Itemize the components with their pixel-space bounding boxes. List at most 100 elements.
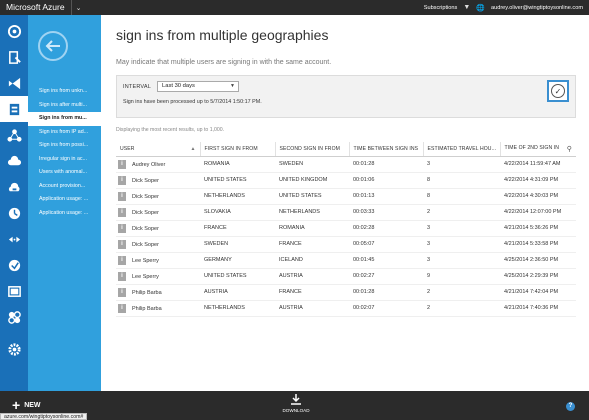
column-label: FIRST SIGN IN FROM [204,145,258,152]
report-item[interactable]: Account provision... [28,180,101,194]
filter-panel: INTERVAL Last 30 days ▼ Sign ins have be… [116,75,576,118]
report-item[interactable]: Sign ins after multi... [28,99,101,113]
rail-overview[interactable] [0,18,28,44]
report-item[interactable]: Application usage: ... [28,207,101,221]
visual-studio-icon [8,77,20,89]
rail-monitor[interactable] [0,200,28,226]
user-name: Lee Sperry [132,273,159,280]
cell-second: SWEDEN [275,156,349,173]
cell-second: FRANCE [275,284,349,301]
user-icon: i [118,255,126,265]
table-row[interactable]: i Audrey Oliver ROMANIA SWEDEN 00:01:28 3 4/22… [116,156,576,173]
cell-first: AUSTRIA [200,284,275,301]
cell-time2: 4/25/2014 2:29:39 PM [500,268,576,285]
table-row[interactable]: i Philip Barba NETHERLANDS AUSTRIA 00:02:07 2… [116,300,576,317]
table-row[interactable]: i Lee Sperry UNITED STATES AUSTRIA 00:02:27 9… [116,268,576,285]
rail-settings[interactable] [0,336,28,362]
chevron-down-icon: ▼ [230,83,235,89]
user-name: Dick Soper [132,177,159,184]
sort-up-icon[interactable]: ▲ [190,146,195,152]
cell-time2: 4/21/2014 7:42:04 PM [500,284,576,301]
account-email[interactable]: audrey.oliver@wingtiptoysonline.com [491,5,583,11]
rail-cloud-services[interactable] [0,148,28,174]
rail-storage[interactable] [0,174,28,200]
back-button[interactable] [38,31,68,61]
cell-travel: 3 [423,156,500,173]
processed-note: Sign ins have been processed up to 5/7/2… [123,99,262,105]
report-item[interactable]: Users with anomal... [28,166,101,180]
cell-time2: 4/22/2014 4:31:09 PM [500,172,576,189]
check-icon: ✓ [551,84,565,98]
rail-connection[interactable] [0,226,28,252]
cell-second: ROMANIA [275,220,349,237]
cell-travel: 2 [423,284,500,301]
column-header-time-between[interactable]: TIME BETWEEN SIGN INS [349,142,424,157]
results-note: Displaying the most recent results, up t… [116,127,225,133]
column-header-time2[interactable]: TIME OF 2ND SIGN IN ⚲ [500,142,576,157]
cell-time2: 4/21/2014 5:33:58 PM [500,236,576,253]
chevron-down-icon[interactable]: ⌄ [72,4,86,12]
top-bar: Microsoft Azure ⌄ Subscriptions ▼ 🌐 audr… [0,0,589,15]
table-row[interactable]: i Dick Soper UNITED STATES UNITED KINGDOM 00… [116,172,576,189]
user-name: Lee Sperry [132,257,159,264]
cell-travel: 2 [423,300,500,317]
table-row[interactable]: i Dick Soper FRANCE ROMANIA 00:02:28 3 4/21/20… [116,220,576,237]
cell-first: UNITED STATES [200,268,275,285]
column-header-first[interactable]: FIRST SIGN IN FROM [200,142,276,157]
download-button[interactable]: DOWNLOAD [279,394,313,413]
cell-travel: 3 [423,252,500,269]
addons-icon [7,310,21,324]
user-icon: i [118,191,126,201]
rail-directory[interactable] [0,96,28,122]
interval-label: INTERVAL [123,84,151,90]
interval-select[interactable]: Last 30 days ▼ [157,81,239,92]
rail-media[interactable] [0,278,28,304]
service-rail [0,15,28,391]
report-item[interactable]: Application usage: ... [28,193,101,207]
subscriptions-link[interactable]: Subscriptions [424,5,458,11]
help-button[interactable]: ? [566,402,575,411]
user-name: Dick Soper [132,193,159,200]
report-item-active[interactable]: Sign ins from mu... [28,112,101,126]
table-row[interactable]: i Philip Barba AUSTRIA FRANCE 00:01:28 2 4/21/… [116,284,576,301]
report-item[interactable]: Sign ins from unkn... [28,85,101,99]
storage-icon [8,182,20,191]
cell-first: NETHERLANDS [200,300,275,317]
cell-first: SLOVAKIA [200,204,275,221]
cell-first: GERMANY [200,252,275,269]
table-row[interactable]: i Lee Sperry GERMANY ICELAND 00:01:45 3 4/25/2… [116,252,576,269]
brand-title[interactable]: Microsoft Azure [0,0,65,15]
column-header-second[interactable]: SECOND SIGN IN FROM [275,142,350,157]
rail-scheduler[interactable] [0,252,28,278]
new-button[interactable]: + NEW [12,398,41,412]
cell-second: AUSTRIA [275,268,349,285]
search-icon[interactable]: ⚲ [567,145,572,153]
table-row[interactable]: i Dick Soper SLOVAKIA NETHERLANDS 00:03:33 2 4… [116,204,576,221]
report-item[interactable]: Irregular sign in ac... [28,153,101,167]
cell-user: i Dick Soper [116,172,200,189]
page-description: May indicate that multiple users are sig… [116,59,332,66]
report-item[interactable]: Sign ins from possi... [28,139,101,153]
rail-visual-studio[interactable] [0,70,28,96]
cell-second: ICELAND [275,252,349,269]
apply-button[interactable]: ✓ [547,80,569,102]
rail-network[interactable] [0,122,28,148]
rail-sql[interactable] [0,44,28,70]
cell-second: NETHERLANDS [275,204,349,221]
cell-user: i Dick Soper [116,204,200,221]
rail-addons[interactable] [0,304,28,330]
globe-icon[interactable]: 🌐 [476,4,485,12]
table-row[interactable]: i Dick Soper NETHERLANDS UNITED STATES 00:01… [116,188,576,205]
cell-first: SWEDEN [200,236,275,253]
column-header-travel[interactable]: ESTIMATED TRAVEL HOU... [423,142,501,157]
cell-time2: 4/22/2014 12:07:00 PM [500,204,576,221]
user-icon: i [118,223,126,233]
results-table: USER ▲ FIRST SIGN IN FROM SECOND SIGN IN … [116,142,576,317]
report-item[interactable]: Sign ins from IP ad... [28,126,101,140]
user-icon: i [118,207,126,217]
table-row[interactable]: i Dick Soper SWEDEN FRANCE 00:05:07 3 4/21/201… [116,236,576,253]
connection-icon [8,236,20,242]
filter-icon[interactable]: ▼ [463,4,470,11]
cell-user: i Audrey Oliver [116,156,200,173]
column-header-user[interactable]: USER ▲ [116,142,201,157]
